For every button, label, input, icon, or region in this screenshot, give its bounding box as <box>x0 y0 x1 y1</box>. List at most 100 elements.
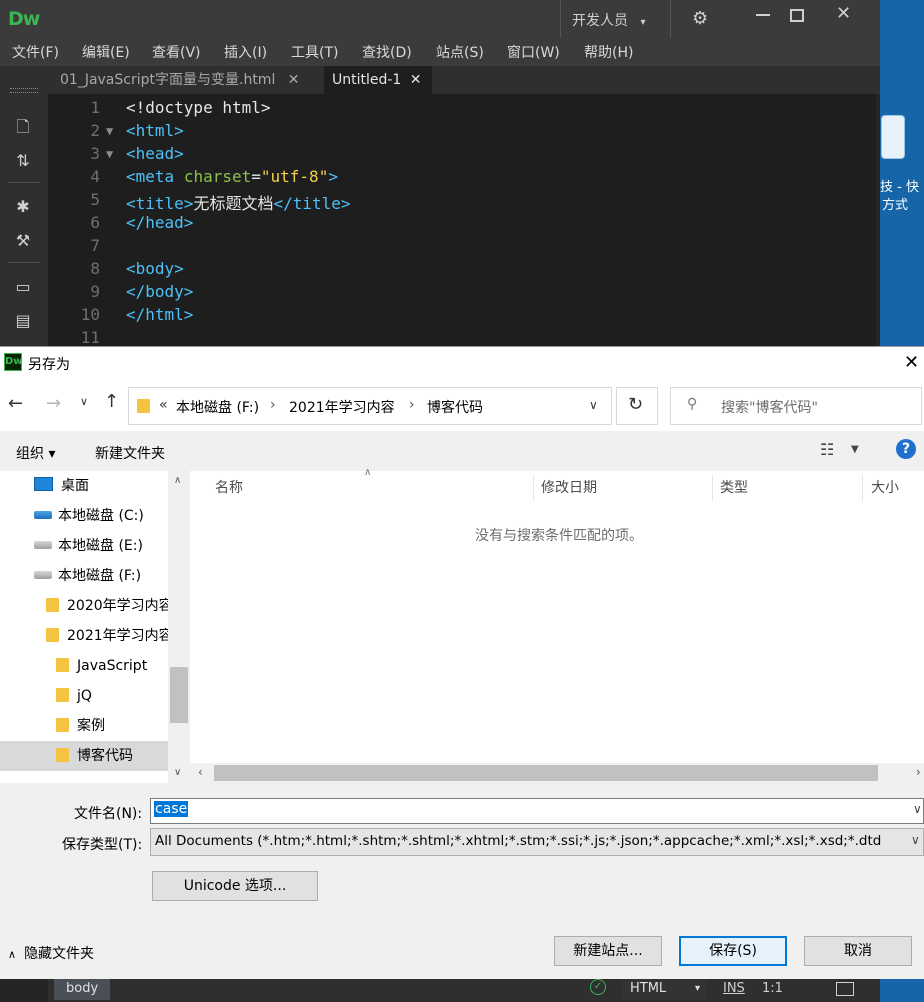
scroll-thumb[interactable] <box>214 765 878 781</box>
nav-item[interactable]: 桌面 <box>0 471 168 501</box>
organize-button[interactable]: 组织 ▾ <box>16 443 55 463</box>
up-arrow-icon[interactable]: ↑ <box>104 391 119 412</box>
code-line[interactable]: <meta charset="utf-8"> <box>126 167 338 186</box>
recent-locations-icon[interactable]: ∨ <box>80 395 88 408</box>
code-line[interactable]: <html> <box>126 121 184 140</box>
breadcrumb-item-drive-f[interactable]: 本地磁盘 (F:) <box>176 397 259 417</box>
chevron-up-icon[interactable]: ∧ <box>174 475 181 486</box>
chevron-down-icon[interactable]: ∨ <box>174 767 181 778</box>
code-line[interactable]: <head> <box>126 144 184 163</box>
filetype-select[interactable]: All Documents (*.htm;*.html;*.shtm;*.sht… <box>150 828 924 856</box>
chevron-down-icon[interactable]: ∨ <box>589 398 598 412</box>
menu-edit[interactable]: 编辑(E) <box>82 42 130 62</box>
menu-view[interactable]: 查看(V) <box>152 42 201 62</box>
remove-comment-icon[interactable]: ▤ <box>12 310 34 332</box>
column-date-modified[interactable]: 修改日期 <box>541 471 597 505</box>
close-icon[interactable]: ✕ <box>288 72 300 88</box>
nav-item-label: 本地磁盘 (C:) <box>58 508 144 524</box>
nav-item[interactable]: 案例 <box>0 711 168 741</box>
breadcrumb-overflow[interactable]: « <box>159 397 168 413</box>
folder-icon <box>56 718 69 732</box>
menu-file[interactable]: 文件(F) <box>12 42 59 62</box>
maximize-button[interactable] <box>790 9 804 22</box>
close-icon[interactable]: ✕ <box>410 72 422 88</box>
file-sort-icon[interactable]: ⇅ <box>12 150 34 172</box>
filetype-label: 保存类型(T): <box>62 837 143 853</box>
menu-find[interactable]: 查找(D) <box>362 42 412 62</box>
unicode-options-button[interactable]: Unicode 选项... <box>152 871 318 901</box>
column-type[interactable]: 类型 <box>720 471 748 505</box>
fold-toggle-icon[interactable]: ▼ <box>106 147 113 161</box>
search-input[interactable]: ⚲ 搜索"博客代码" <box>670 387 922 425</box>
language-select[interactable]: HTML ▾ <box>622 978 706 1000</box>
menu-insert[interactable]: 插入(I) <box>224 42 267 62</box>
close-button[interactable]: ✕ <box>836 3 851 24</box>
code-line[interactable]: <!doctype html> <box>126 98 271 117</box>
breadcrumb[interactable]: « 本地磁盘 (F:) › 2021年学习内容 › 博客代码 ∨ <box>128 387 612 425</box>
dw-status-bar: body ✓ HTML ▾ INS 1:1 <box>48 978 880 1002</box>
nav-item-label: 2021年学习内容 <box>67 628 168 644</box>
nav-item[interactable]: 本地磁盘 (C:) <box>0 501 168 531</box>
expand-collapse-icon[interactable]: ✱ <box>12 196 34 218</box>
chevron-right-icon[interactable]: › <box>916 765 921 779</box>
hide-folders-toggle[interactable]: ∧ 隐藏文件夹 <box>8 943 94 963</box>
help-icon[interactable]: ? <box>896 439 916 459</box>
format-icon[interactable]: ⚒ <box>12 230 34 252</box>
minimize-button[interactable] <box>756 14 770 16</box>
nav-item[interactable]: jQ <box>0 681 168 711</box>
nav-item[interactable]: 2021年学习内容 <box>0 621 168 651</box>
preview-icon[interactable] <box>836 982 854 996</box>
breadcrumb-item-blog-code[interactable]: 博客代码 <box>427 397 483 417</box>
code-line[interactable]: </head> <box>126 213 193 232</box>
column-size[interactable]: 大小 <box>871 471 899 505</box>
scroll-thumb[interactable] <box>170 667 188 723</box>
code-line[interactable]: <title>无标题文档</title> <box>126 190 351 214</box>
line-number: 4 <box>90 167 100 186</box>
filename-input[interactable]: case ∨ <box>150 798 924 824</box>
dw-menubar: 文件(F) 编辑(E) 查看(V) 插入(I) 工具(T) 查找(D) 站点(S… <box>0 38 880 66</box>
menu-tools[interactable]: 工具(T) <box>291 42 338 62</box>
menu-help[interactable]: 帮助(H) <box>584 42 633 62</box>
tab-untitled-1[interactable]: Untitled-1 ✕ <box>324 66 432 94</box>
sync-settings-icon[interactable]: ⚙ <box>692 8 708 29</box>
nav-item[interactable]: 2020年学习内容 <box>0 591 168 621</box>
tab-01-javascript[interactable]: 01_JavaScript字面量与变量.html ✕ <box>52 66 322 94</box>
view-options-icon[interactable]: ☷ <box>820 440 834 459</box>
nav-item[interactable]: 本地磁盘 (E:) <box>0 531 168 561</box>
nav-scrollbar[interactable]: ∧ ∨ <box>168 471 190 783</box>
new-folder-button[interactable]: 新建文件夹 <box>95 443 165 463</box>
desktop-shortcut[interactable]: 技 - 快 方式 <box>878 112 924 222</box>
close-icon[interactable]: ✕ <box>904 352 919 373</box>
menu-window[interactable]: 窗口(W) <box>507 42 560 62</box>
breadcrumb-item-2021[interactable]: 2021年学习内容 <box>289 397 395 417</box>
nav-item[interactable]: 本地磁盘 (F:) <box>0 561 168 591</box>
desktop-shortcut-label-1: 技 - 快 <box>880 180 919 195</box>
workspace-switcher[interactable]: 开发人员 ▾ <box>572 10 645 30</box>
horizontal-scrollbar[interactable]: ‹ › <box>190 763 924 783</box>
code-line[interactable]: </html> <box>126 305 193 324</box>
forward-arrow-icon[interactable]: → <box>46 393 61 414</box>
fold-toggle-icon[interactable]: ▼ <box>106 124 113 138</box>
comment-icon[interactable]: ▭ <box>12 276 34 298</box>
chevron-down-icon[interactable]: ▼ <box>851 444 859 455</box>
column-name[interactable]: 名称 <box>215 471 243 505</box>
cancel-button[interactable]: 取消 <box>804 936 912 966</box>
new-site-button[interactable]: 新建站点... <box>554 936 662 966</box>
back-arrow-icon[interactable]: ← <box>8 393 23 414</box>
tag-selector[interactable]: body <box>54 978 111 1000</box>
document-icon[interactable]: 🗋 <box>12 116 34 138</box>
nav-item[interactable]: 博客代码 <box>0 741 168 771</box>
save-button[interactable]: 保存(S) <box>679 936 787 966</box>
chevron-left-icon[interactable]: ‹ <box>198 765 203 779</box>
file-list: ∧ 名称 修改日期 类型 大小 没有与搜索条件匹配的项。 ‹ › <box>190 467 924 783</box>
menu-site[interactable]: 站点(S) <box>436 42 484 62</box>
chevron-down-icon[interactable]: ∨ <box>913 802 922 816</box>
code-line[interactable]: <body> <box>126 259 184 278</box>
refresh-button[interactable]: ↻ <box>616 387 658 425</box>
dw-titlebar: Dw 开发人员 ▾ ⚙ ✕ <box>0 0 880 38</box>
nav-item[interactable]: JavaScript <box>0 651 168 681</box>
code-editor[interactable]: 1 <!doctype html> 2 ▼ <html> 3 ▼ <head> 4 <meta c… <box>48 94 876 354</box>
code-line[interactable]: </body> <box>126 282 193 301</box>
nav-item-label: jQ <box>77 688 92 704</box>
insert-mode[interactable]: INS <box>723 981 745 996</box>
